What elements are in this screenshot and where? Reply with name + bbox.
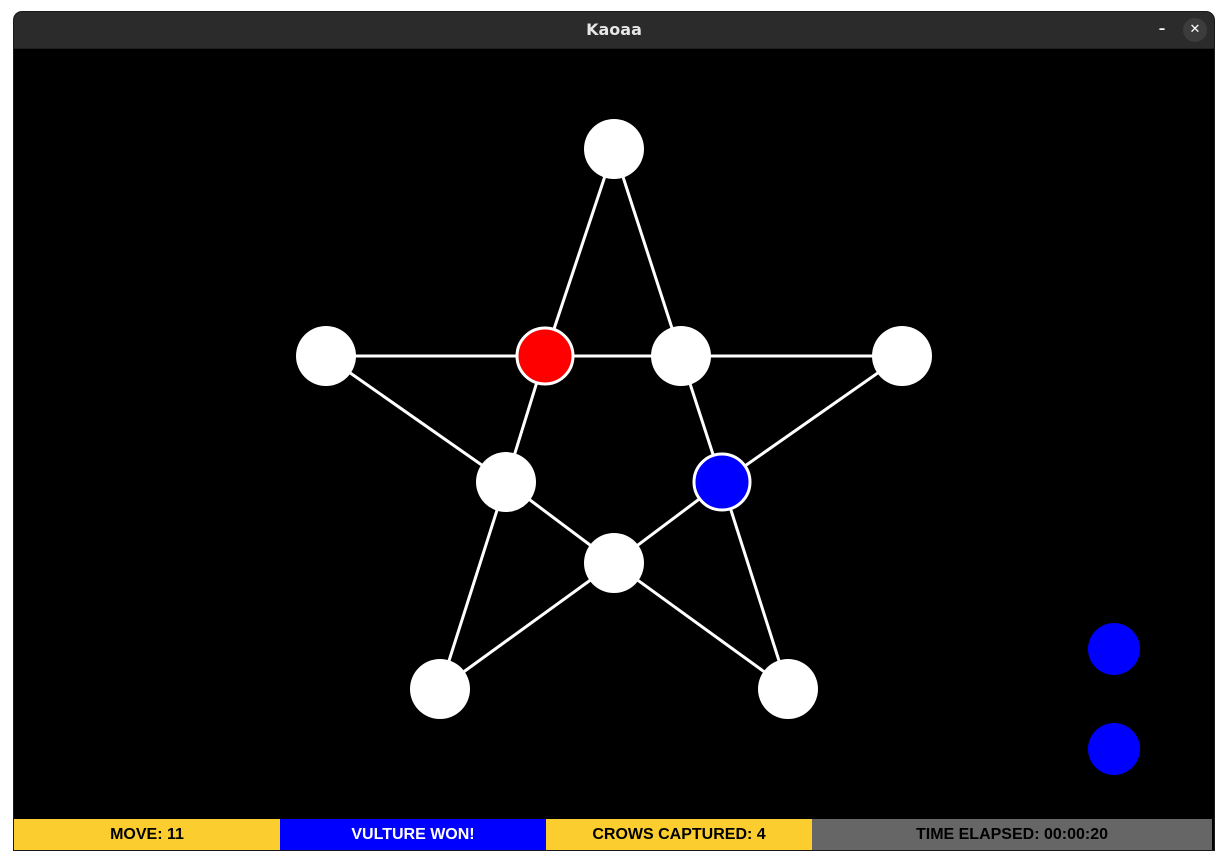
board-node-right-point[interactable] <box>872 326 932 386</box>
board-nodes <box>296 119 932 719</box>
captured-crow-token <box>1088 623 1140 675</box>
board-edge-inner-bottom-to-bottom-left-point <box>439 561 615 691</box>
board-node-top-point[interactable] <box>584 119 644 179</box>
board-edge-right-point-to-inner-right <box>721 354 903 484</box>
board-node-bottom-right-point[interactable] <box>758 659 818 719</box>
board-edge-top-point-to-inner-top-left <box>543 148 616 357</box>
board-node-left-point[interactable] <box>296 326 356 386</box>
game-window: Kaoaa – ✕ MOVE: 11 VULTURE WON! CROWS CA… <box>14 12 1214 850</box>
board-node-inner-top-right[interactable] <box>651 326 711 386</box>
board-edge-inner-left-to-bottom-left-point <box>438 481 508 690</box>
board-node-inner-top-left-crow[interactable] <box>515 326 575 386</box>
status-bar: MOVE: 11 VULTURE WON! CROWS CAPTURED: 4 … <box>14 819 1214 850</box>
move-counter: MOVE: 11 <box>14 819 280 850</box>
close-button[interactable]: ✕ <box>1183 18 1207 42</box>
minimize-button[interactable]: – <box>1150 18 1174 42</box>
captured-crows-tray <box>1088 623 1140 775</box>
time-elapsed: TIME ELAPSED: 00:00:20 <box>812 819 1212 850</box>
board-edge-inner-right-to-bottom-right-point <box>720 481 790 690</box>
board-node-inner-bottom[interactable] <box>584 533 644 593</box>
board-node-inner-right-vulture[interactable] <box>692 452 752 512</box>
board-edge-left-point-to-inner-left <box>325 354 507 484</box>
game-board <box>296 119 1140 775</box>
board-node-bottom-left-point[interactable] <box>410 659 470 719</box>
crows-captured-counter: CROWS CAPTURED: 4 <box>546 819 812 850</box>
board-edge-top-point-to-inner-top-right <box>612 148 683 357</box>
window-title: Kaoaa <box>586 20 642 39</box>
board-node-inner-left[interactable] <box>476 452 536 512</box>
captured-crow-token <box>1088 723 1140 775</box>
title-bar[interactable]: Kaoaa – ✕ <box>14 12 1214 49</box>
board-lines <box>325 148 903 691</box>
winner-banner: VULTURE WON! <box>280 819 546 850</box>
board-edge-inner-bottom-to-bottom-right-point <box>613 561 789 691</box>
